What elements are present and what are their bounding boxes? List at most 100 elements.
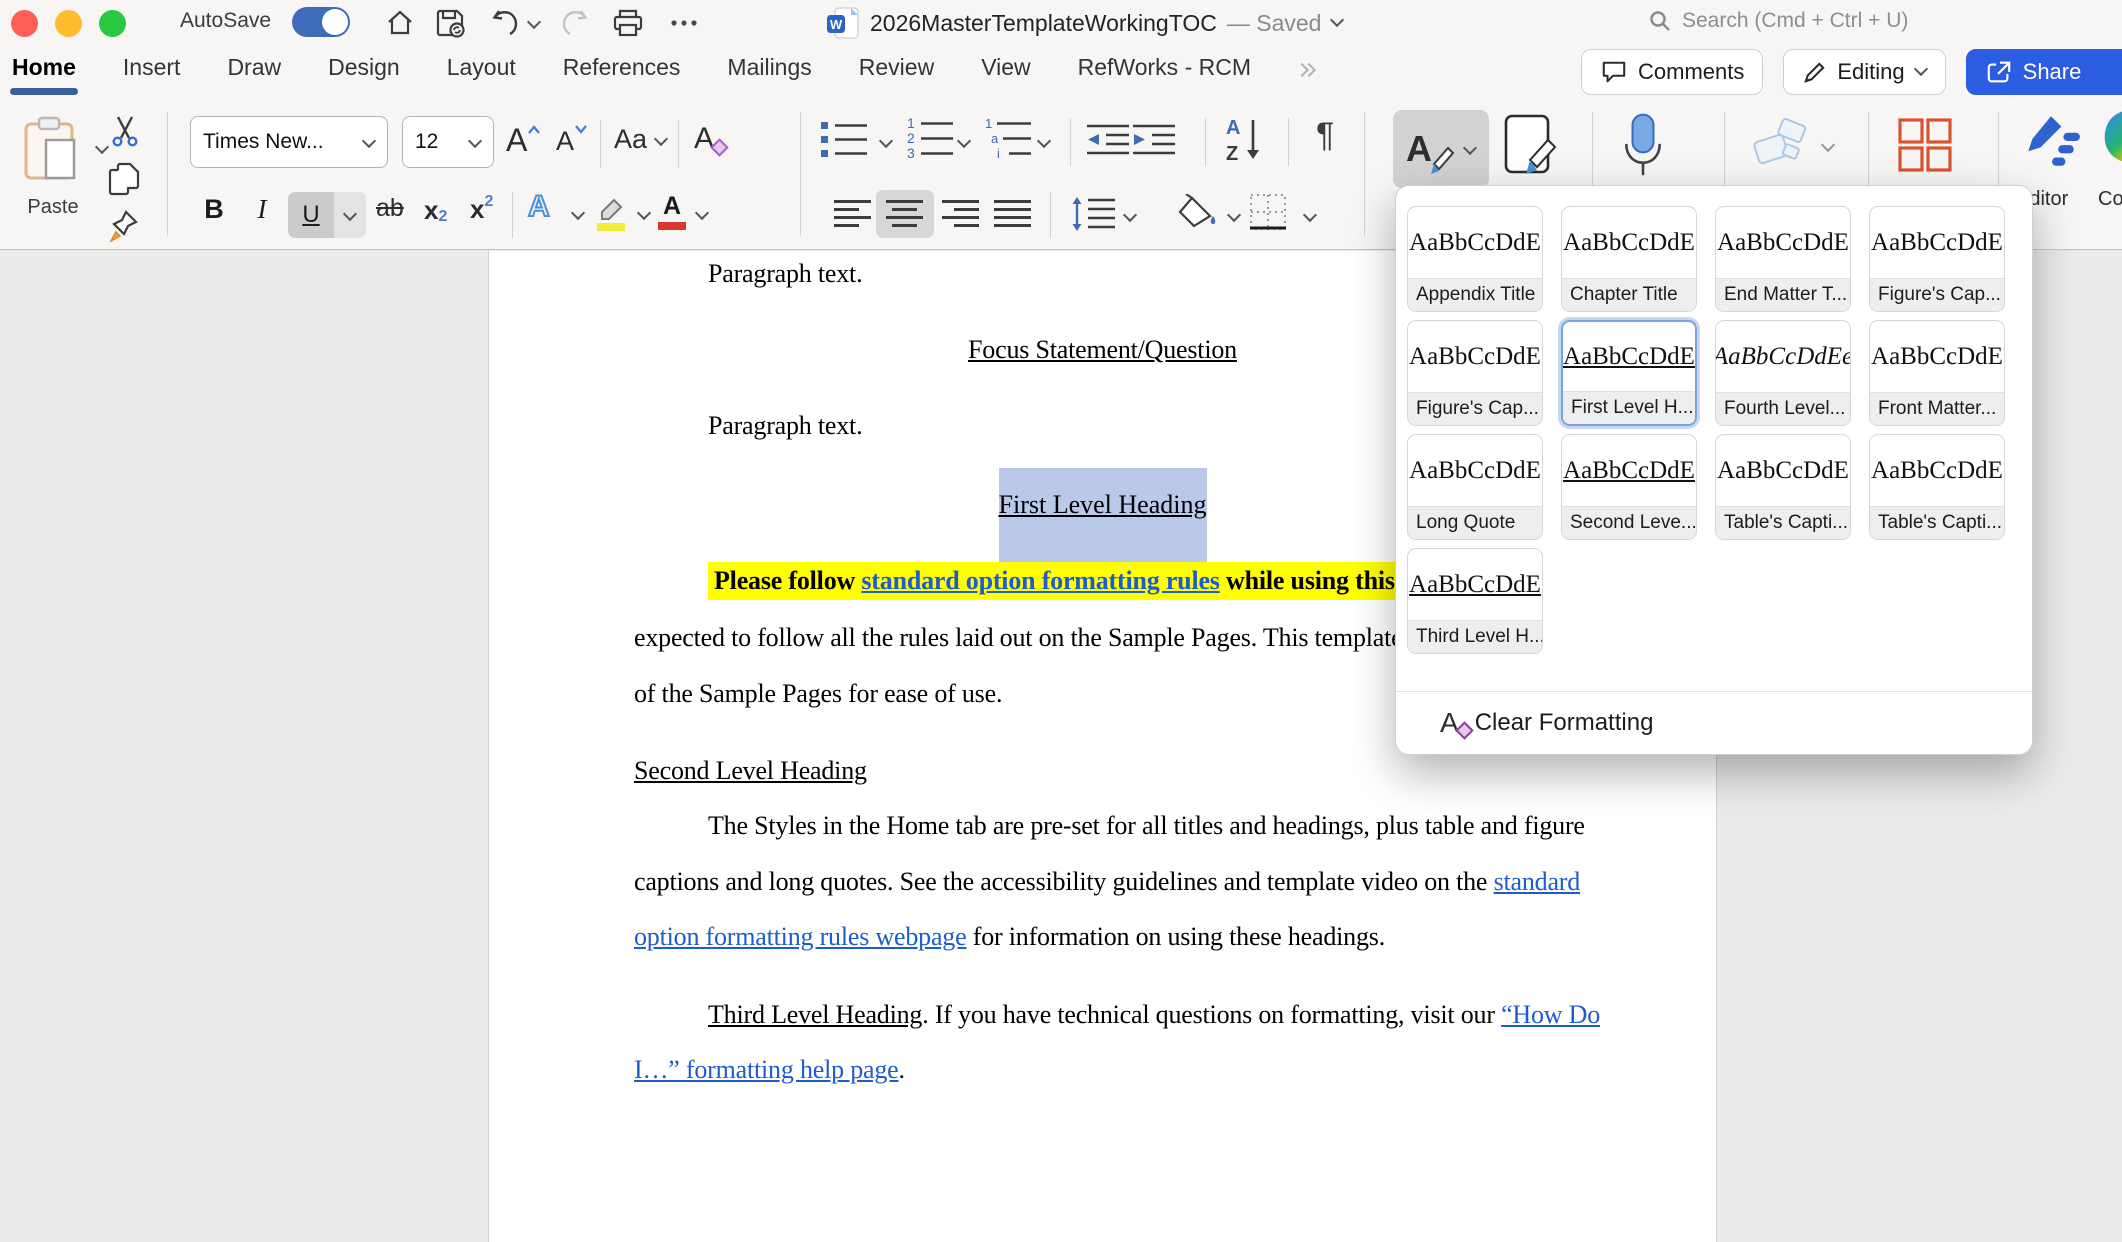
decrease-indent-button[interactable] xyxy=(1086,122,1130,158)
clear-formatting-button[interactable]: A xyxy=(694,122,714,156)
styles-gallery-button[interactable]: A xyxy=(1393,110,1489,188)
editing-label: Editing xyxy=(1837,59,1904,85)
line-spacing-chevron-icon[interactable] xyxy=(1124,210,1136,222)
undo-icon[interactable] xyxy=(488,7,524,39)
bold-button[interactable]: B xyxy=(196,194,232,225)
numbering-chevron-icon[interactable] xyxy=(958,136,970,148)
comments-button[interactable]: Comments xyxy=(1581,49,1763,95)
minimize-window-button[interactable] xyxy=(55,10,82,37)
bullets-chevron-icon[interactable] xyxy=(880,136,892,148)
body-line: of the Sample Pages for ease of use. xyxy=(634,679,1002,709)
tab-review[interactable]: Review xyxy=(859,54,934,87)
align-right-button[interactable] xyxy=(942,198,980,230)
title-chevron-icon[interactable] xyxy=(1331,15,1343,27)
document-title-group[interactable]: W 2026MasterTemplateWorkingTOC — Saved xyxy=(826,6,1343,40)
paste-chevron-icon[interactable] xyxy=(96,142,108,154)
formatting-rules-webpage-link[interactable]: option formatting rules webpage xyxy=(634,922,966,951)
tab-mailings[interactable]: Mailings xyxy=(727,54,811,87)
editing-mode-button[interactable]: Editing xyxy=(1783,49,1945,95)
increase-indent-button[interactable] xyxy=(1132,122,1176,158)
font-color-chevron-icon[interactable] xyxy=(696,208,708,220)
tab-layout[interactable]: Layout xyxy=(447,54,516,87)
underline-chevron-icon[interactable] xyxy=(334,192,366,238)
formatting-rules-webpage-link[interactable]: standard xyxy=(1494,867,1580,896)
styles-pane-button[interactable] xyxy=(1500,112,1560,186)
italic-button[interactable]: I xyxy=(244,194,280,225)
style-card-third-level-heading[interactable]: AaBbCcDdEThird Level H... xyxy=(1407,548,1543,654)
multilevel-list-button[interactable]: 1ai xyxy=(984,116,1034,162)
align-center-button[interactable] xyxy=(876,190,934,238)
style-card-front-matter[interactable]: AaBbCcDdEFront Matter... xyxy=(1869,320,2005,426)
align-left-button[interactable] xyxy=(834,198,872,230)
sort-button[interactable]: AZ xyxy=(1224,114,1264,164)
highlight-chevron-icon[interactable] xyxy=(638,208,650,220)
document-title: 2026MasterTemplateWorkingTOC xyxy=(870,10,1217,37)
addins-grid-button[interactable] xyxy=(1896,116,1954,174)
style-card-second-level[interactable]: AaBbCcDdESecond Leve... xyxy=(1561,434,1697,540)
copilot-button[interactable] xyxy=(2100,108,2122,168)
zoom-window-button[interactable] xyxy=(99,10,126,37)
how-do-i-link[interactable]: I…” formatting help page xyxy=(634,1055,899,1084)
justify-button[interactable] xyxy=(994,198,1032,230)
font-name-select[interactable]: Times New... xyxy=(190,116,388,168)
style-card-long-quote[interactable]: AaBbCcDdELong Quote xyxy=(1407,434,1543,540)
tab-design[interactable]: Design xyxy=(328,54,400,87)
copy-icon[interactable] xyxy=(108,162,142,198)
numbering-button[interactable]: 123 xyxy=(906,116,954,162)
shading-button[interactable] xyxy=(1176,194,1220,234)
font-color-button[interactable]: A xyxy=(658,192,686,230)
close-window-button[interactable] xyxy=(11,10,38,37)
paste-button[interactable] xyxy=(22,116,84,182)
style-card-chapter-title[interactable]: AaBbCcDdEChapter Title xyxy=(1561,206,1697,312)
text-effects-chevron-icon[interactable] xyxy=(572,208,584,220)
highlight-color-button[interactable] xyxy=(592,190,628,234)
bullets-button[interactable] xyxy=(820,118,868,160)
print-icon[interactable] xyxy=(610,7,646,39)
style-card-fourth-level[interactable]: AaBbCcDdEeFourth Level... xyxy=(1715,320,1851,426)
dictate-button[interactable] xyxy=(1620,112,1666,180)
style-card-tables-caption[interactable]: AaBbCcDdETable's Capti... xyxy=(1715,434,1851,540)
autosave-toggle[interactable] xyxy=(292,7,350,37)
formatting-rules-link[interactable]: standard option formatting rules xyxy=(861,566,1219,595)
clear-formatting-menu-item[interactable]: A Clear Formatting xyxy=(1396,692,2032,754)
share-icon xyxy=(1985,59,2013,85)
text-effects-button[interactable]: A xyxy=(528,190,550,224)
style-card-tables-caption-2[interactable]: AaBbCcDdETable's Capti... xyxy=(1869,434,2005,540)
shrink-font-button[interactable]: A xyxy=(556,126,588,157)
grow-font-button[interactable]: A xyxy=(506,122,541,159)
change-case-button[interactable]: Aa xyxy=(614,124,667,155)
tab-insert[interactable]: Insert xyxy=(123,54,181,87)
style-card-end-matter[interactable]: AaBbCcDdEEnd Matter T... xyxy=(1715,206,1851,312)
cut-icon[interactable] xyxy=(108,114,142,148)
font-size-select[interactable]: 12 xyxy=(402,116,494,168)
home-icon[interactable] xyxy=(382,7,418,39)
format-painter-icon[interactable] xyxy=(108,208,142,242)
more-tabs-icon[interactable] xyxy=(1300,61,1314,75)
style-card-figures-caption[interactable]: AaBbCcDdEFigure's Cap... xyxy=(1869,206,2005,312)
style-card-figures-caption-2[interactable]: AaBbCcDdEFigure's Cap... xyxy=(1407,320,1543,426)
subscript-button[interactable]: x2 xyxy=(424,194,447,226)
tab-view[interactable]: View xyxy=(981,54,1030,87)
style-card-first-level-heading[interactable]: AaBbCcDdEFirst Level H... xyxy=(1561,320,1697,426)
editor-button[interactable] xyxy=(2020,110,2082,172)
tab-references[interactable]: References xyxy=(563,54,681,87)
borders-chevron-icon[interactable] xyxy=(1304,210,1316,222)
how-do-i-link[interactable]: “How Do xyxy=(1501,1000,1600,1029)
more-commands-icon[interactable] xyxy=(666,7,702,39)
show-paragraph-marks-button[interactable]: ¶ xyxy=(1316,116,1334,155)
tab-home[interactable]: Home xyxy=(12,54,76,87)
style-card-appendix-title[interactable]: AaBbCcDdEAppendix Title xyxy=(1407,206,1543,312)
multilevel-chevron-icon[interactable] xyxy=(1038,136,1050,148)
strikethrough-button[interactable]: ab xyxy=(376,194,404,223)
borders-button[interactable] xyxy=(1248,192,1288,232)
share-button[interactable]: Share xyxy=(1966,49,2122,95)
save-icon[interactable] xyxy=(432,7,468,39)
search-input[interactable]: Search (Cmd + Ctrl + U) xyxy=(1648,9,1908,33)
underline-button[interactable]: U xyxy=(288,192,366,238)
tab-refworks[interactable]: RefWorks - RCM xyxy=(1078,54,1251,87)
shading-chevron-icon[interactable] xyxy=(1228,210,1240,222)
undo-chevron-icon[interactable] xyxy=(524,7,544,39)
tab-draw[interactable]: Draw xyxy=(227,54,281,87)
superscript-button[interactable]: x2 xyxy=(470,194,493,225)
line-spacing-button[interactable] xyxy=(1070,196,1116,232)
